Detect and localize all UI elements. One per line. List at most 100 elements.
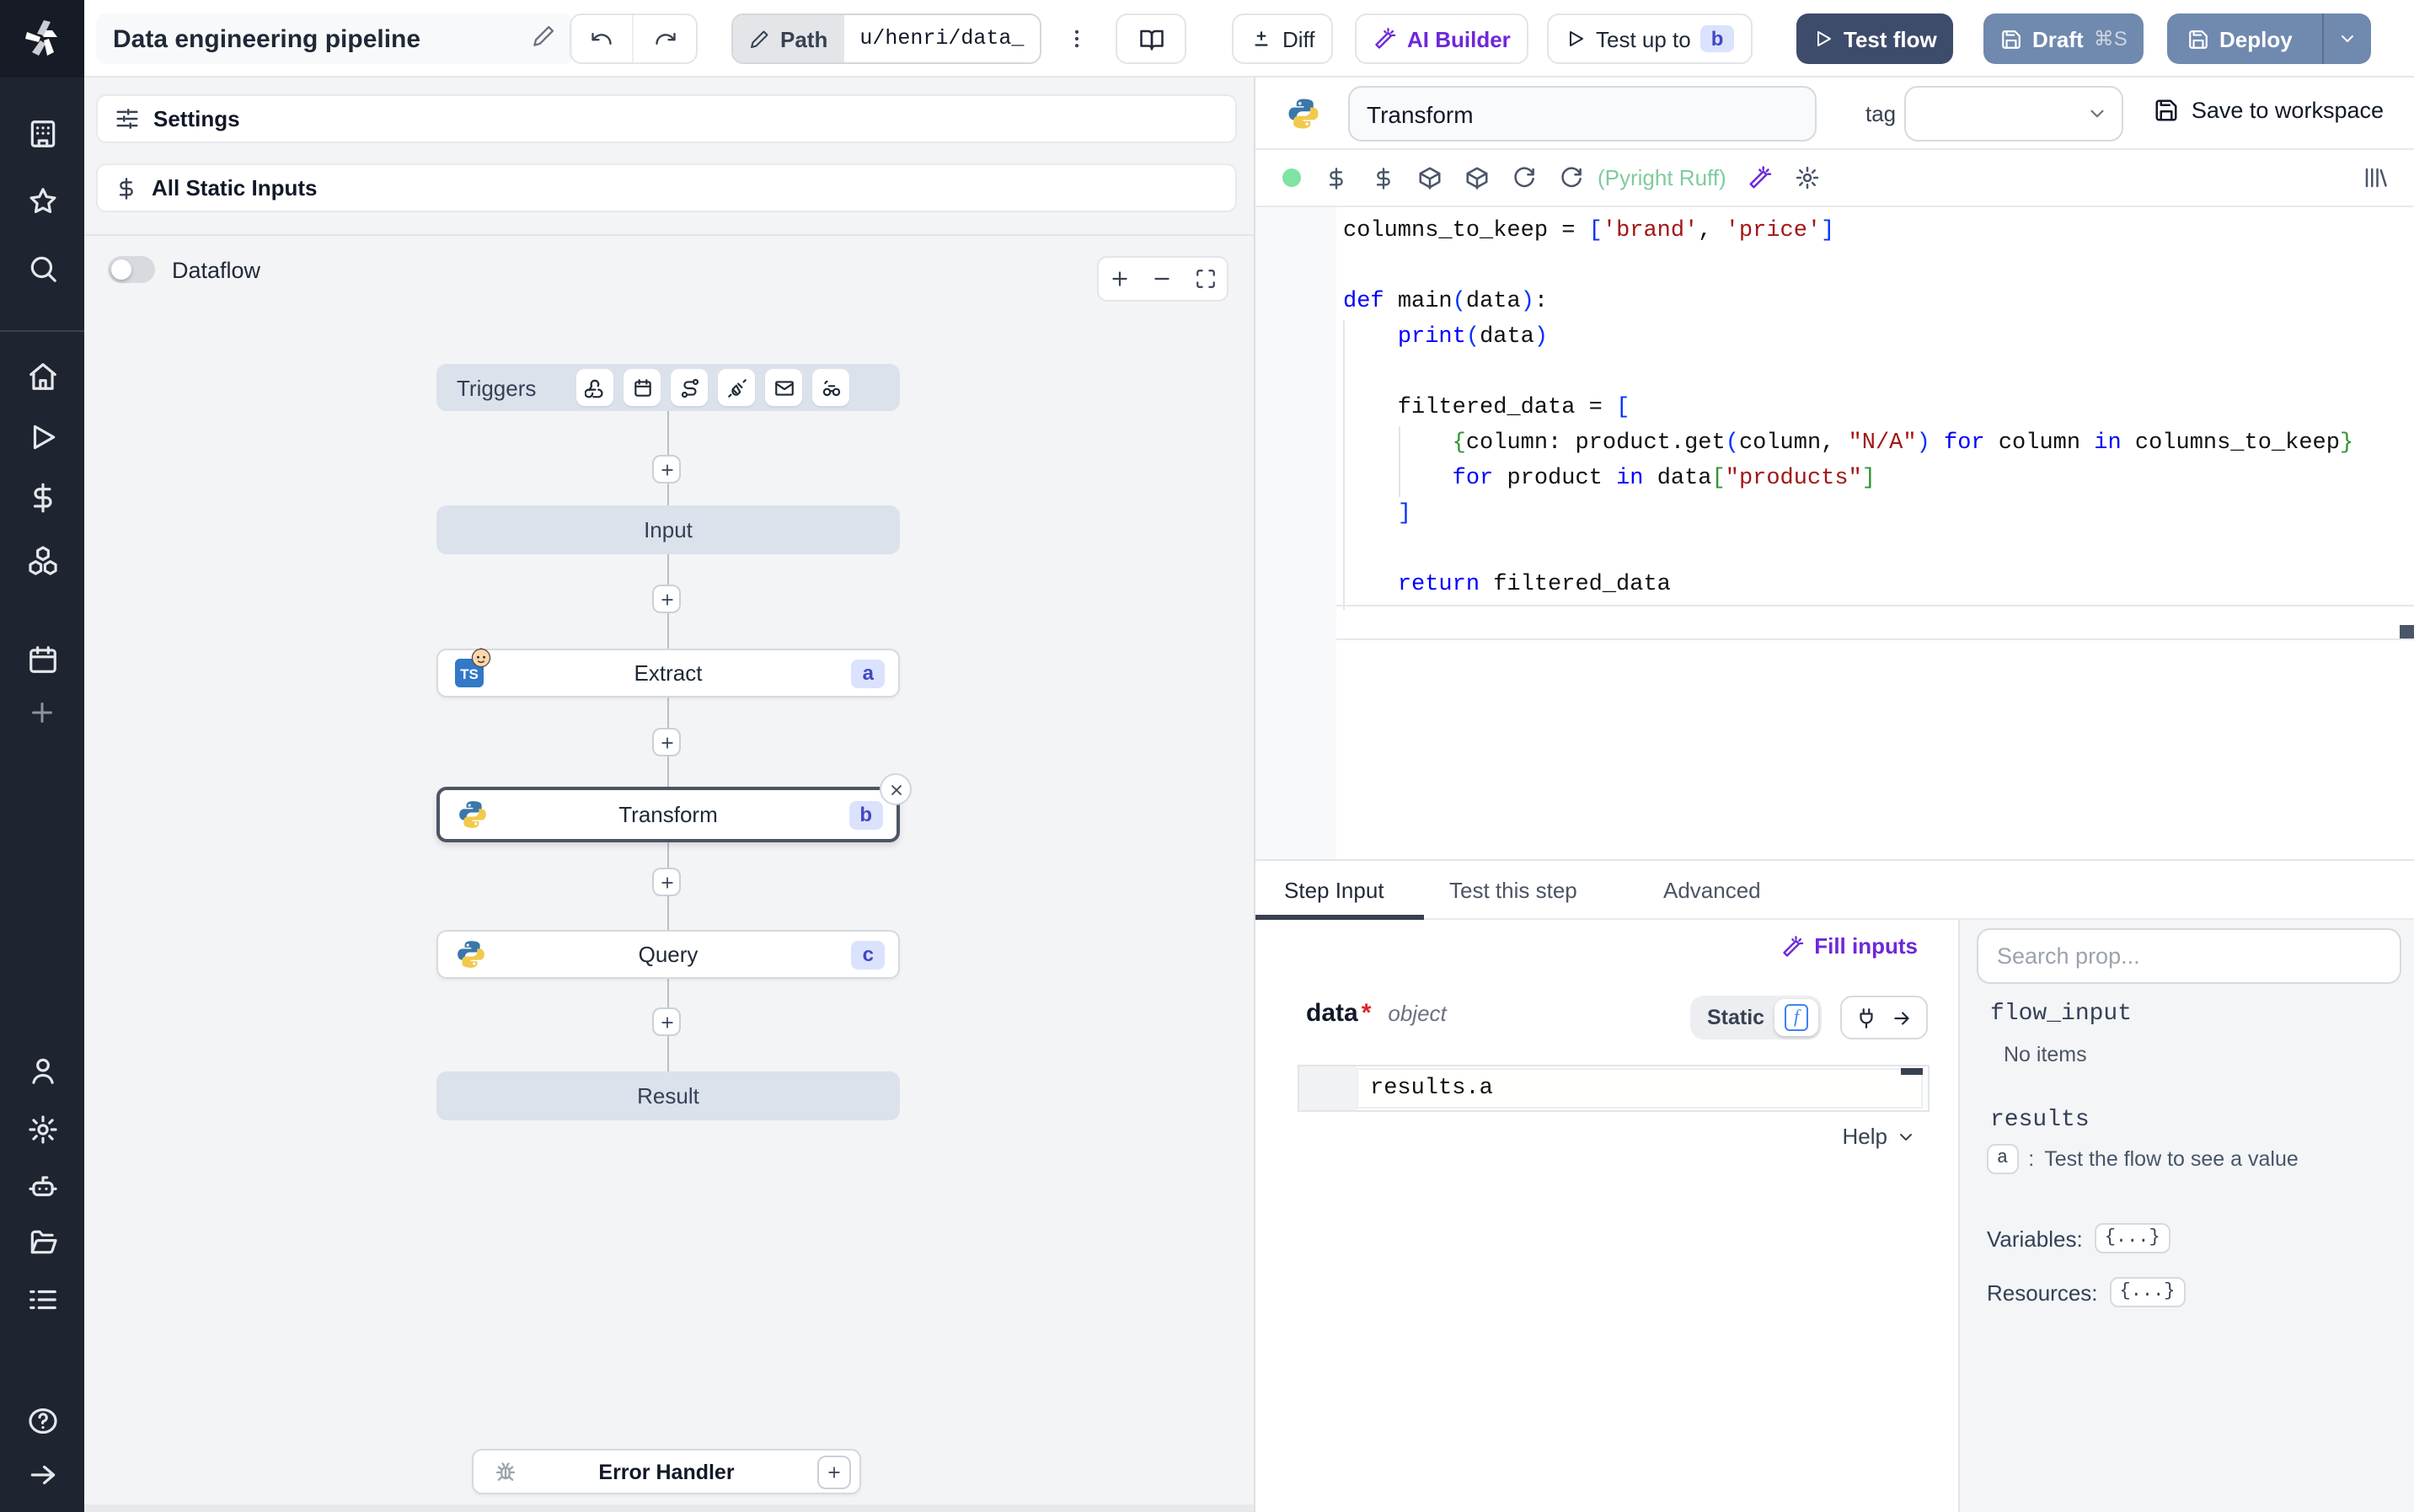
- test-up-to-button[interactable]: Test up to b: [1547, 13, 1753, 64]
- editor-settings-icon[interactable]: [1796, 165, 1821, 190]
- reload-icon[interactable]: [1559, 165, 1584, 190]
- create-icon[interactable]: [25, 696, 59, 729]
- home-icon[interactable]: [25, 359, 59, 393]
- email-icon[interactable]: [765, 369, 803, 406]
- tab-step-input[interactable]: Step Input: [1284, 861, 1384, 920]
- expand-sidebar-icon[interactable]: [25, 1457, 59, 1491]
- add-step-button[interactable]: [652, 1007, 681, 1036]
- zoom-out-icon[interactable]: [1152, 268, 1174, 290]
- expression-editor[interactable]: results.a: [1298, 1065, 1930, 1112]
- result-item[interactable]: a : Test the flow to see a value: [1987, 1144, 2299, 1174]
- add-step-button[interactable]: [652, 728, 681, 756]
- editor-scrollbar-thumb[interactable]: [2399, 625, 2414, 638]
- code-editor[interactable]: columns_to_keep = ['brand', 'price'] def…: [1255, 207, 2414, 861]
- extract-node[interactable]: TS Extract a: [436, 648, 900, 697]
- expression-scrollbar-thumb[interactable]: [1901, 1068, 1923, 1075]
- remove-step-button[interactable]: [880, 773, 912, 805]
- audit-logs-icon[interactable]: [25, 1282, 59, 1316]
- package-icon[interactable]: [1417, 165, 1443, 190]
- runs-icon[interactable]: [25, 419, 59, 453]
- expression-gutter: [1299, 1066, 1357, 1110]
- result-node[interactable]: Result: [436, 1071, 900, 1120]
- reset-icon[interactable]: [1512, 165, 1537, 190]
- diff-button[interactable]: Diff: [1232, 13, 1334, 64]
- schedule-icon[interactable]: [624, 369, 661, 406]
- tab-advanced[interactable]: Advanced: [1663, 861, 1761, 920]
- deploy-main[interactable]: Deploy: [2167, 13, 2313, 64]
- error-handler-node[interactable]: Error Handler: [472, 1449, 861, 1494]
- static-inputs-dollar-icon[interactable]: [1323, 165, 1348, 190]
- redo-button[interactable]: [634, 15, 696, 62]
- query-node[interactable]: Query c: [436, 930, 900, 979]
- add-step-button[interactable]: [652, 585, 681, 613]
- package-icon[interactable]: [1464, 165, 1490, 190]
- search-icon[interactable]: [25, 251, 59, 285]
- canvas-scrollbar[interactable]: [84, 1504, 1254, 1512]
- tab-test-this-step[interactable]: Test this step: [1449, 861, 1577, 920]
- favorites-icon[interactable]: [25, 184, 59, 217]
- ai-fix-icon[interactable]: [1748, 165, 1774, 190]
- http-route-icon[interactable]: [671, 369, 709, 406]
- flow-title[interactable]: Data engineering pipeline: [96, 13, 573, 64]
- arrow-right-icon[interactable]: [1891, 1007, 1913, 1028]
- settings-icon[interactable]: [25, 1112, 59, 1146]
- flow-settings-button[interactable]: Settings: [96, 94, 1237, 143]
- resources-icon[interactable]: [25, 542, 59, 576]
- test-flow-button[interactable]: Test flow: [1796, 13, 1954, 64]
- folders-icon[interactable]: [25, 1225, 59, 1258]
- results-section[interactable]: results: [1990, 1107, 2090, 1134]
- poll-icon[interactable]: [812, 369, 850, 406]
- workspaces-icon[interactable]: [25, 116, 59, 150]
- plug-icon[interactable]: [1855, 1007, 1877, 1028]
- windmill-logo[interactable]: [0, 0, 84, 77]
- more-menu-button[interactable]: [1058, 13, 1095, 64]
- editor-gutter: [1255, 207, 1336, 859]
- dataflow-toggle[interactable]: [108, 256, 155, 283]
- kebab-icon: [1074, 29, 1079, 48]
- all-static-inputs-button[interactable]: All Static Inputs: [96, 163, 1237, 212]
- fit-view-icon[interactable]: [1195, 268, 1217, 290]
- step-name-input[interactable]: Transform: [1348, 86, 1817, 142]
- webhook-icon[interactable]: [576, 369, 614, 406]
- save-icon: [2189, 29, 2208, 48]
- search-prop-placeholder: Search prop...: [1997, 943, 2140, 969]
- flow-input-section[interactable]: flow_input: [1990, 1001, 2132, 1028]
- triggers-node[interactable]: Triggers: [436, 364, 900, 411]
- library-icon[interactable]: [2362, 165, 2387, 190]
- fill-inputs-button[interactable]: Fill inputs: [1780, 933, 1918, 959]
- help-toggle[interactable]: Help: [1843, 1124, 1917, 1149]
- path-editor[interactable]: Path u/henri/data_: [731, 13, 1041, 64]
- path-label-segment[interactable]: Path: [733, 15, 845, 62]
- save-to-workspace-button[interactable]: Save to workspace: [2154, 98, 2384, 123]
- ai-agents-icon[interactable]: [25, 1169, 59, 1203]
- add-step-button[interactable]: [652, 868, 681, 896]
- resources-expand-badge[interactable]: {...}: [2109, 1277, 2186, 1307]
- docs-button[interactable]: [1116, 13, 1186, 64]
- draft-button[interactable]: Draft ⌘S: [1983, 13, 2144, 64]
- add-step-button[interactable]: [652, 455, 681, 484]
- schedules-icon[interactable]: [25, 642, 59, 676]
- websocket-icon[interactable]: [718, 369, 756, 406]
- expression-input[interactable]: results.a: [1357, 1068, 1923, 1109]
- edit-title-icon[interactable]: [533, 23, 556, 55]
- deploy-button[interactable]: Deploy: [2167, 13, 2372, 64]
- input-mode-toggle[interactable]: Static f: [1690, 996, 1823, 1039]
- input-node[interactable]: Input: [436, 505, 900, 554]
- input-node-label: Input: [644, 517, 693, 542]
- undo-button[interactable]: [571, 15, 634, 62]
- help-icon[interactable]: [25, 1403, 59, 1437]
- tag-select[interactable]: [1904, 86, 2123, 142]
- zoom-in-icon[interactable]: [1109, 268, 1131, 290]
- account-icon[interactable]: [25, 1053, 59, 1087]
- code-content[interactable]: columns_to_keep = ['brand', 'price'] def…: [1343, 214, 2394, 603]
- deploy-dropdown-button[interactable]: [2322, 13, 2372, 64]
- variables-expand-badge[interactable]: {...}: [2094, 1223, 2170, 1253]
- variables-dollar-icon[interactable]: [1370, 165, 1395, 190]
- path-value-input[interactable]: u/henri/data_: [844, 15, 1040, 62]
- search-prop-input[interactable]: Search prop...: [1977, 928, 2401, 984]
- transform-node[interactable]: Transform b: [436, 773, 912, 842]
- expression-mode-button[interactable]: f: [1774, 999, 1819, 1036]
- result-key-badge[interactable]: a: [1987, 1144, 2019, 1174]
- variables-icon[interactable]: [25, 480, 59, 514]
- ai-builder-button[interactable]: AI Builder: [1355, 13, 1529, 64]
